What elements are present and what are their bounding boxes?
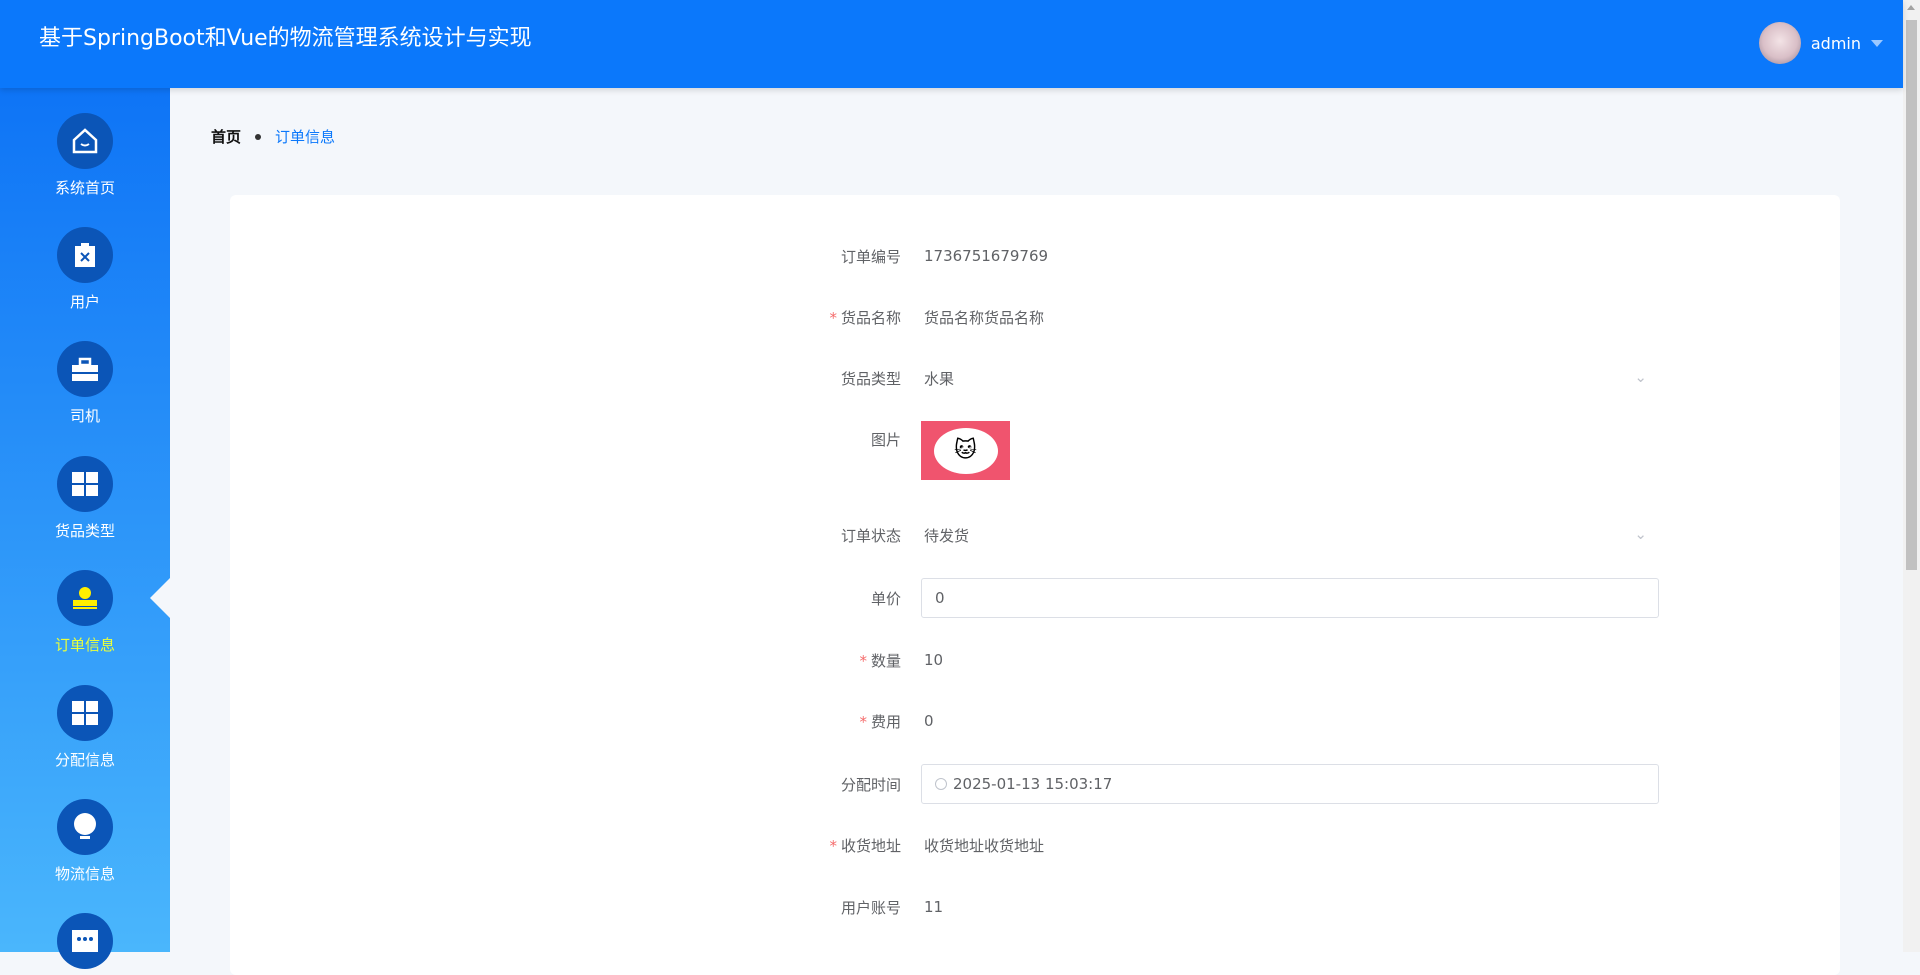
field-assign-time: 分配时间 2025-01-13 15:03:17 xyxy=(730,764,1730,804)
app-title: 基于SpringBoot和Vue的物流管理系统设计与实现 xyxy=(39,26,532,51)
sidebar-item-order[interactable]: 订单信息 xyxy=(0,570,170,655)
status-value: 待发货 xyxy=(924,526,970,545)
field-label: 订单状态 xyxy=(840,526,901,545)
field-label: 分配时间 xyxy=(840,775,901,794)
goods-type-select[interactable]: 水果 ⌄ xyxy=(921,368,1659,389)
field-label: 货品类型 xyxy=(840,369,901,388)
address-value: 收货地址收货地址 xyxy=(924,836,1045,855)
username[interactable]: admin xyxy=(1811,34,1861,53)
field-label: 货品名称 xyxy=(840,308,901,327)
field-address: * 收货地址 收货地址收货地址 xyxy=(730,825,1730,865)
sidebar-item-label: 物流信息 xyxy=(54,865,115,883)
scrollbar-thumb[interactable] xyxy=(1906,20,1917,570)
sidebar-item-home[interactable]: 系统首页 xyxy=(0,113,170,198)
sidebar-item-assign[interactable]: 分配信息 xyxy=(0,685,170,770)
field-label: 订单编号 xyxy=(840,247,901,266)
grid-icon xyxy=(57,456,113,512)
goods-image[interactable]: 🐱 xyxy=(921,421,1010,480)
sidebar-item-label: 司机 xyxy=(69,407,100,425)
stamp-icon xyxy=(57,570,113,626)
field-order-no: 订单编号 1736751679769 xyxy=(730,236,1730,276)
required-mark: * xyxy=(829,836,837,855)
fee-value: 0 xyxy=(924,712,934,730)
top-header: 基于SpringBoot和Vue的物流管理系统设计与实现 admin xyxy=(0,0,1903,88)
sidebar-item-label: 订单信息 xyxy=(54,636,115,654)
field-label: 用户账号 xyxy=(840,898,901,917)
breadcrumb-separator xyxy=(255,133,262,140)
assign-time-value: 2025-01-13 15:03:17 xyxy=(953,775,1113,793)
field-fee: * 费用 0 xyxy=(730,701,1730,741)
sidebar-item-label: 货品类型 xyxy=(54,522,115,540)
grid-icon xyxy=(57,685,113,741)
sidebar-item-driver[interactable]: 司机 xyxy=(0,341,170,426)
order-no-value: 1736751679769 xyxy=(924,247,1049,265)
home-icon xyxy=(57,113,113,169)
field-image: 图片 🐱 xyxy=(730,421,1730,481)
order-form: 订单编号 1736751679769 * 货品名称 货品名称货品名称 货品类型 水… xyxy=(230,195,1840,975)
goods-name-value: 货品名称货品名称 xyxy=(924,308,1045,327)
sidebar-item-goods-type[interactable]: 货品类型 xyxy=(0,456,170,541)
status-select[interactable]: 待发货 ⌄ xyxy=(921,525,1659,546)
avatar[interactable] xyxy=(1758,22,1801,64)
field-label: 单价 xyxy=(870,589,901,608)
chevron-down-icon: ⌄ xyxy=(1634,524,1647,543)
image-thumbnail-icon: 🐱 xyxy=(933,427,998,474)
breadcrumb-current: 订单信息 xyxy=(275,128,336,146)
sidebar-item-label: 分配信息 xyxy=(54,751,115,769)
user-menu[interactable]: admin xyxy=(1758,22,1883,64)
sidebar-item-label: 用户 xyxy=(69,293,100,311)
sidebar-item-more[interactable] xyxy=(0,913,170,969)
sidebar-item-label: 系统首页 xyxy=(54,179,115,197)
field-goods-name: * 货品名称 货品名称货品名称 xyxy=(730,297,1730,337)
field-goods-type: 货品类型 水果 ⌄ xyxy=(730,358,1730,398)
required-mark: * xyxy=(859,712,867,731)
field-label: 图片 xyxy=(870,431,901,449)
breadcrumb: 首页 订单信息 xyxy=(211,126,335,147)
required-mark: * xyxy=(859,651,867,670)
assign-time-picker[interactable]: 2025-01-13 15:03:17 xyxy=(921,764,1659,804)
scroll-up-icon[interactable] xyxy=(1907,5,1915,10)
price-input[interactable]: 0 xyxy=(921,578,1659,618)
field-quantity: * 数量 10 xyxy=(730,640,1730,680)
bulb-icon xyxy=(57,799,113,855)
field-account: 用户账号 11 xyxy=(730,887,1730,927)
field-label: 数量 xyxy=(870,651,901,670)
field-label: 费用 xyxy=(870,712,901,731)
sidebar-item-logistics[interactable]: 物流信息 xyxy=(0,799,170,884)
required-mark: * xyxy=(829,308,837,327)
field-status: 订单状态 待发货 ⌄ xyxy=(730,515,1730,555)
active-indicator xyxy=(150,578,170,618)
account-value: 11 xyxy=(924,898,944,916)
quantity-value: 10 xyxy=(924,651,944,669)
more-icon xyxy=(57,913,113,969)
field-label: 收货地址 xyxy=(840,836,901,855)
field-price: 单价 0 xyxy=(730,578,1730,618)
goods-type-value: 水果 xyxy=(924,369,955,388)
breadcrumb-home[interactable]: 首页 xyxy=(211,126,241,147)
caret-down-icon[interactable] xyxy=(1871,39,1883,47)
clipboard-x-icon xyxy=(57,227,113,283)
sidebar-item-user[interactable]: 用户 xyxy=(0,227,170,312)
briefcase-icon xyxy=(57,341,113,397)
chevron-down-icon: ⌄ xyxy=(1634,367,1647,386)
scrollbar[interactable] xyxy=(1903,0,1920,952)
sidebar: 系统首页 用户 司机 货品类型 订单信息 分配信息 物流信息 xyxy=(0,88,170,969)
clock-icon xyxy=(935,778,947,790)
